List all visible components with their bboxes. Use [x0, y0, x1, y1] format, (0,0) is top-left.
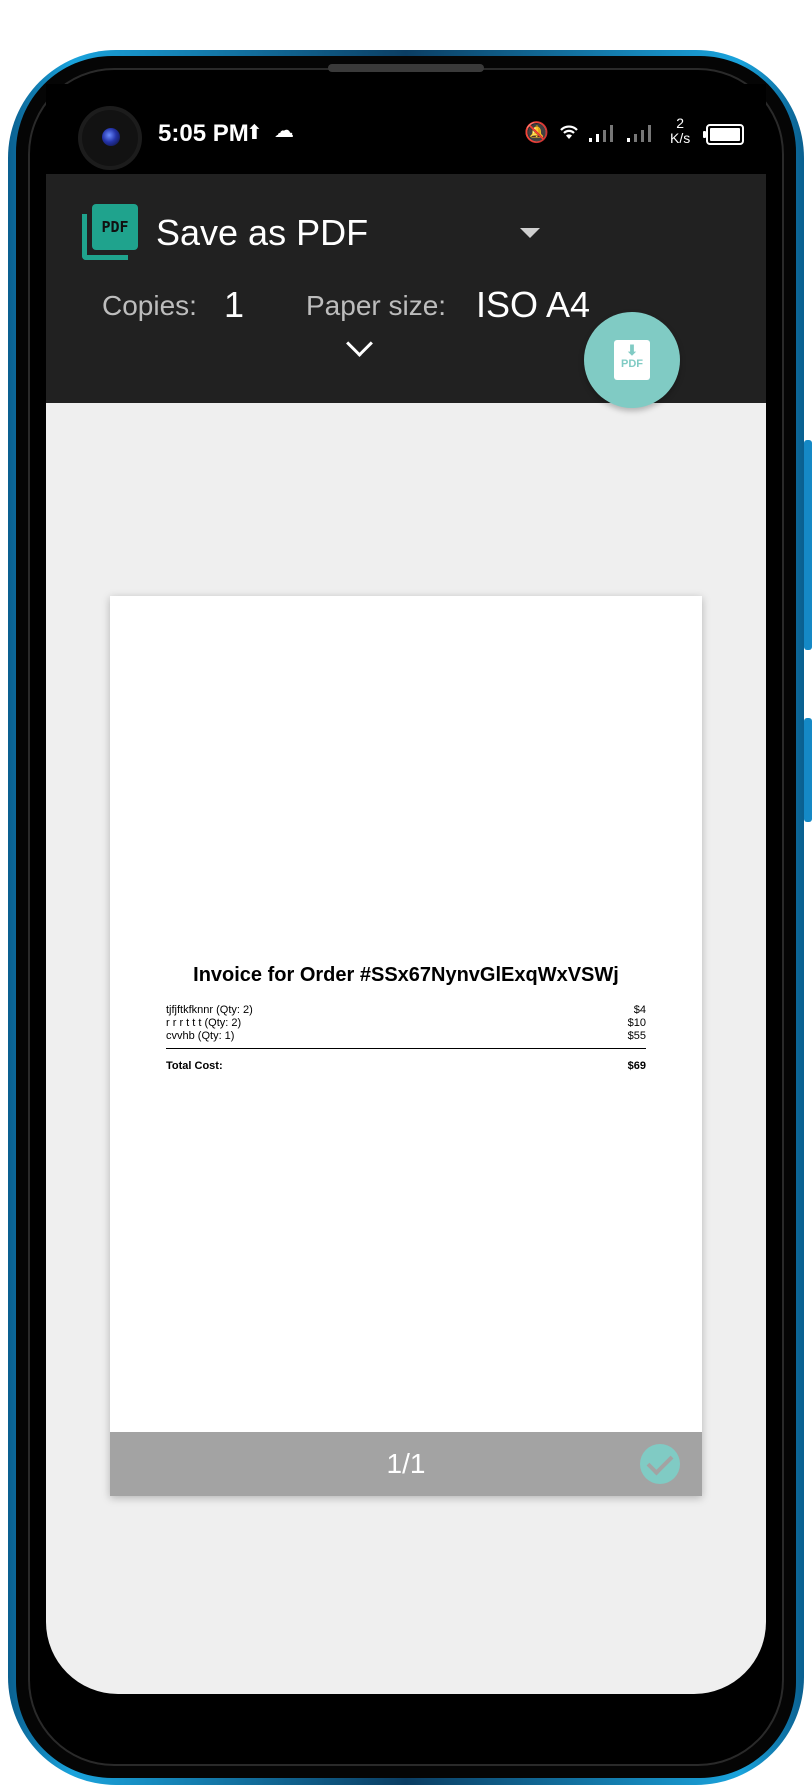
paper-size-label: Paper size:	[306, 290, 447, 321]
item-price: $4	[633, 1004, 646, 1016]
paper-size-value[interactable]: ISO A4	[476, 284, 590, 326]
item-name: cvvhb (Qty: 1)	[166, 1030, 235, 1042]
pdf-logo-icon: PDF	[82, 204, 138, 260]
total-label: Total Cost:	[166, 1060, 223, 1072]
invoice-title: Invoice for Order #SSx67NynvGlExqWxVSWj	[193, 964, 619, 986]
page-footer[interactable]: 1/1	[110, 1432, 702, 1496]
volume-button	[804, 440, 812, 650]
front-camera	[82, 110, 138, 166]
expand-options-chevron-icon[interactable]	[346, 330, 373, 357]
item-name: r r r t t t (Qty: 2)	[166, 1017, 242, 1029]
earpiece-speaker	[328, 64, 484, 72]
page-selected-check-icon[interactable]	[640, 1444, 680, 1484]
printer-selector[interactable]: Save as PDF	[156, 212, 368, 254]
copies-label: Copies:	[102, 290, 197, 321]
signal-icon	[626, 122, 656, 150]
status-bar: 5:05 PM ⬆ ☁ 🔕 2 K/s	[46, 84, 766, 174]
signal-icon	[588, 122, 618, 150]
net-speed-value: 2	[676, 115, 685, 131]
item-price: $55	[627, 1030, 646, 1042]
fab-pdf-label: PDF	[621, 358, 643, 370]
item-name: tjfjftkfknnr (Qty: 2)	[166, 1004, 253, 1016]
download-pdf-button[interactable]: ⬇ PDF	[584, 312, 680, 408]
net-speed: 2 K/s	[670, 116, 690, 146]
dropdown-arrow-icon[interactable]	[520, 228, 540, 238]
wifi-icon	[558, 122, 580, 148]
total-value: $69	[627, 1060, 646, 1072]
page-indicator: 1/1	[386, 1448, 426, 1479]
print-preview-page: Invoice for Order #SSx67NynvGlExqWxVSWj …	[110, 596, 702, 1496]
power-button	[804, 718, 812, 822]
invoice-divider	[166, 1048, 646, 1049]
mute-icon: 🔕	[524, 122, 549, 144]
status-time: 5:05 PM	[158, 120, 249, 147]
upload-icon: ⬆	[246, 122, 263, 144]
cloud-icon: ☁	[274, 120, 294, 142]
copies-value[interactable]: 1	[224, 284, 244, 326]
net-speed-unit: K/s	[670, 130, 691, 146]
download-pdf-icon: ⬇ PDF	[614, 340, 650, 380]
item-price: $10	[627, 1017, 646, 1029]
battery-icon	[703, 124, 744, 145]
